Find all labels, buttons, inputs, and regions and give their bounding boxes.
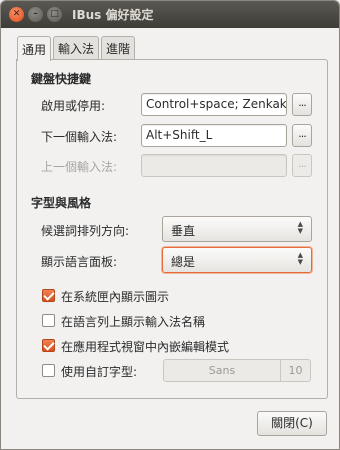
orientation-value: 垂直 (171, 224, 196, 238)
language-panel-select[interactable]: 總是 ▲ ▼ (162, 247, 312, 273)
spin-arrows-icon: ▲ ▼ (297, 251, 303, 266)
prev-engine-label: 上一個輸入法: (41, 160, 118, 174)
font-size: 10 (280, 360, 310, 381)
tab-bar: 通用 輸入法 進階 (17, 36, 137, 61)
minimize-icon: – (33, 9, 38, 19)
language-panel-label: 顯示語言面板: (41, 255, 118, 269)
custom-font-label[interactable]: 使用自訂字型: (61, 363, 137, 380)
close-icon: ✕ (12, 9, 21, 19)
show-engine-name-label[interactable]: 在語言列上顯示輸入法名稱 (61, 313, 205, 330)
toggle-shortcut-edit-button[interactable]: ... (292, 93, 312, 116)
toggle-shortcut-field[interactable]: Control+space; Zenkaku_ (141, 93, 287, 116)
embed-preedit-label[interactable]: 在應用程式視窗中內嵌編輯模式 (61, 338, 229, 355)
prev-engine-edit-button[interactable]: ... (292, 154, 312, 177)
shortcuts-section-title: 鍵盤快捷鍵 (31, 72, 92, 86)
prev-engine-field[interactable] (141, 154, 287, 177)
orientation-select[interactable]: 垂直 ▲ ▼ (162, 216, 312, 242)
orientation-label: 候選詞排列方向: (41, 224, 130, 238)
toggle-shortcut-label: 啟用或停用: (41, 99, 106, 113)
window-maximize-button[interactable]: □ (47, 7, 62, 22)
embed-preedit-checkbox[interactable] (42, 339, 55, 352)
maximize-icon: □ (50, 9, 59, 19)
show-tray-icon-label[interactable]: 在系統匣內顯示圖示 (61, 288, 169, 305)
next-engine-label: 下一個輸入法: (41, 130, 118, 144)
spin-arrows-icon: ▲ ▼ (297, 220, 303, 235)
next-engine-field[interactable]: Alt+Shift_L (141, 124, 287, 147)
font-name: Sans (208, 364, 236, 377)
font-chooser-button[interactable]: Sans 10 (163, 359, 311, 382)
preferences-window: ✕ – □ IBus 偏好設定 通用 輸入法 進階 鍵盤快捷鍵 啟用或停用: C… (0, 0, 340, 450)
tab-advanced[interactable]: 進階 (101, 36, 136, 59)
window-minimize-button[interactable]: – (28, 7, 43, 22)
show-tray-icon-checkbox[interactable] (42, 289, 55, 302)
general-panel: 鍵盤快捷鍵 啟用或停用: Control+space; Zenkaku_ ...… (16, 59, 328, 399)
window-close-button[interactable]: ✕ (9, 7, 24, 22)
tab-input-methods[interactable]: 輸入法 (53, 36, 100, 59)
close-button[interactable]: 關閉(C) (257, 411, 327, 436)
show-engine-name-checkbox[interactable] (42, 314, 55, 327)
title-bar: ✕ – □ IBus 偏好設定 (1, 1, 339, 28)
window-title: IBus 偏好設定 (72, 8, 154, 22)
tab-general[interactable]: 通用 (17, 36, 52, 61)
custom-font-checkbox[interactable] (42, 364, 55, 377)
language-panel-value: 總是 (171, 255, 196, 269)
next-engine-edit-button[interactable]: ... (292, 124, 312, 147)
style-section-title: 字型與風格 (31, 196, 92, 210)
